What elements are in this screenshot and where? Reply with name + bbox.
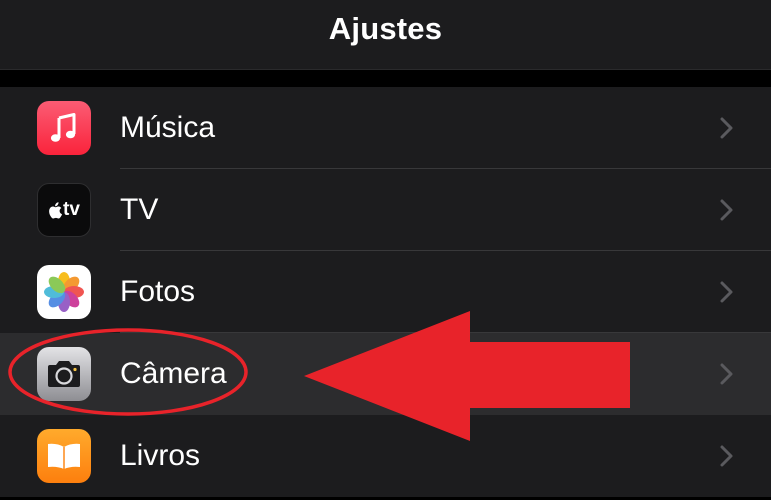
music-note-icon — [37, 101, 91, 155]
settings-item-label: Livros — [120, 439, 201, 472]
settings-item-label: Fotos — [120, 275, 196, 308]
photos-flower-icon — [37, 265, 91, 319]
chevron-right-icon — [720, 199, 733, 221]
chevron-right-icon — [720, 281, 733, 303]
tv-icon-text: tv — [63, 199, 80, 220]
chevron-right-icon — [720, 117, 733, 139]
chevron-right-icon — [720, 363, 733, 385]
settings-list: Música tv TV Fotos Câmera Livros — [0, 87, 771, 497]
settings-item-tv[interactable]: tv TV — [0, 169, 771, 251]
settings-item-books[interactable]: Livros — [0, 415, 771, 497]
open-book-icon — [37, 429, 91, 483]
navigation-bar: Ajustes — [0, 0, 771, 70]
settings-item-camera[interactable]: Câmera — [0, 333, 771, 415]
apple-logo-icon — [49, 201, 63, 219]
camera-icon — [37, 347, 91, 401]
page-title: Ajustes — [328, 10, 443, 46]
chevron-right-icon — [720, 445, 733, 467]
settings-item-music[interactable]: Música — [0, 87, 771, 169]
settings-item-label: Câmera — [120, 357, 227, 390]
settings-item-photos[interactable]: Fotos — [0, 251, 771, 333]
apple-tv-icon: tv — [37, 183, 91, 237]
settings-item-label: Música — [120, 111, 216, 144]
settings-item-label: TV — [120, 193, 159, 226]
